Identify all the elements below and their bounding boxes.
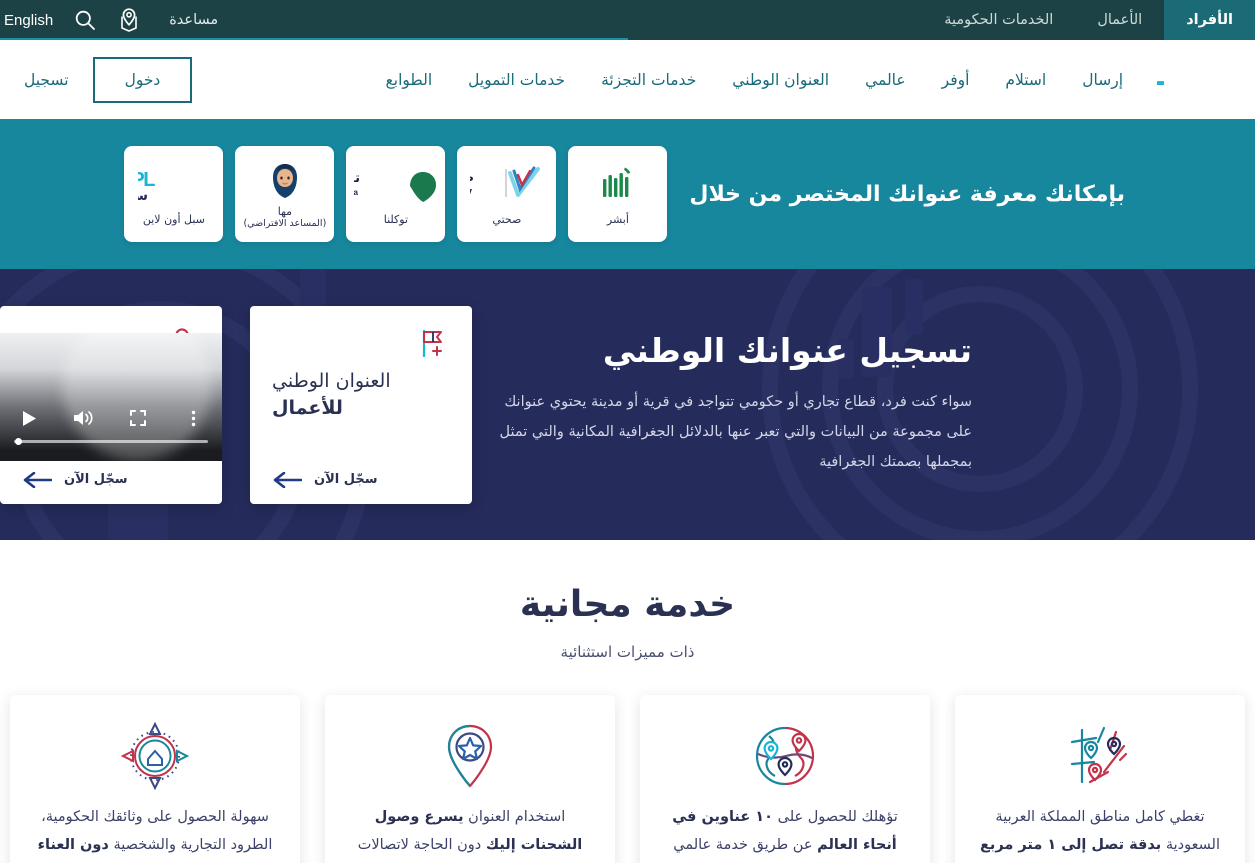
hero-card-business[interactable]: العنوان الوطني للأعمال سجّل الآن [250,305,472,504]
video-controls [0,405,222,431]
login-button[interactable]: دخول [92,56,193,103]
banner-headline: بإمكانك معرفة عنوانك المختصر من خلال [689,181,1125,207]
video-player[interactable] [0,333,222,461]
nav-link-national-address[interactable]: العنوان الوطني [714,71,847,89]
top-utility-actions: مساعدة English [0,0,236,40]
top-tab-business[interactable]: الأعمال [1075,0,1164,40]
hero-card-individuals-cta[interactable]: سجّل الآن [22,471,200,488]
free-service-title: خدمة مجانية [519,584,736,625]
partner-label-tawakkalna: توكلنا [383,212,409,226]
nav-brand-and-links: SPL سبل إرسال استلام أوفر عالمي العنوان … [368,51,1255,109]
partner-label-absher: أبشر [606,212,629,226]
hero-copy: تسجيل عنوانك الوطني سواء كنت فرد، قطاع ت… [472,331,972,477]
help-link[interactable]: مساعدة [151,12,236,28]
absher-logo [595,162,641,208]
feature-text-global-addresses: تؤهلك للحصول على ١٠ عناوين في أنحاء العا… [662,803,908,860]
hero-card-business-title: العنوان الوطني للأعمال [272,368,450,423]
partner-card-absher[interactable]: أبشر [568,146,668,242]
spl-logo[interactable]: SPL سبل [1157,51,1249,109]
svg-text:Tawakkalna: Tawakkalna [354,188,359,197]
video-progress-bar[interactable] [14,438,208,445]
hero-card-business-title-line2: للأعمال [272,397,343,420]
nav-link-send[interactable]: إرسال [1064,71,1141,89]
map-routes-pins-icon [1064,717,1136,795]
feature-text-documents: سهولة الحصول على وثائقك الحكومية، الطرود… [32,803,278,863]
register-button[interactable]: تسجيل [0,71,93,89]
feature-text-part: استخدام العنوان [463,809,566,825]
svg-text:Sehhaty: Sehhaty [470,186,473,198]
main-navigation: SPL سبل إرسال استلام أوفر عالمي العنوان … [0,40,1255,119]
hero-card-business-cta[interactable]: سجّل الآن [272,471,450,488]
language-switch[interactable]: English [0,12,63,29]
partner-cards: أبشر صحتي Sehhaty صحتي [124,146,668,242]
volume-icon[interactable] [69,405,99,431]
hero-card-individuals-cta-label: سجّل الآن [64,472,128,487]
hero-title: تسجيل عنوانك الوطني [602,331,972,371]
feature-card-coverage: تغطي كامل مناطق المملكة العربية السعودية… [955,695,1245,863]
svg-text:صحتي: صحتي [470,170,474,184]
feature-text-fast-delivery: استخدام العنوان يسرع وصول الشحنات إليك د… [347,803,593,863]
auth-actions: دخول تسجيل [0,56,193,103]
fullscreen-icon[interactable] [123,405,153,431]
partner-card-spl-online[interactable]: SPL سبل سبل أون لاين [124,146,224,242]
arrow-left-icon [23,471,52,488]
free-service-subtitle: ذات مميزات استثنائية [560,643,695,661]
partner-label-maha: (المساعد الافتراضي) [243,218,327,230]
feature-text-part-bold: بدقة تصل إلى ١ متر مربع [980,837,1162,854]
sehhaty-logo: صحتي Sehhaty [470,162,544,208]
globe-pins-icon [749,717,821,795]
svg-text:توكلنا: توكلنا [354,171,360,186]
nav-link-awfar[interactable]: أوفر [924,71,988,89]
partner-label-sehhaty: صحتي [492,212,522,226]
video-progress-knob[interactable] [15,438,22,445]
nav-link-alami[interactable]: عالمي [847,71,924,89]
nav-link-receive[interactable]: استلام [987,71,1064,89]
hero-card-business-cta-label: سجّل الآن [314,472,378,487]
free-service-section: خدمة مجانية ذات مميزات استثنائية [0,540,1255,661]
top-tab-government-services[interactable]: الخدمات الحكومية [922,0,1075,40]
nav-links: إرسال استلام أوفر عالمي العنوان الوطني خ… [368,71,1142,89]
svg-text:SPL: SPL [1157,55,1164,93]
feature-text-part: دون الحاجة لاتصالات إضافية [357,837,482,854]
star-pin-icon [434,717,506,795]
feature-card-fast-delivery: استخدام العنوان يسرع وصول الشحنات إليك د… [325,695,615,863]
feature-text-coverage: تغطي كامل مناطق المملكة العربية السعودية… [977,803,1223,860]
search-icon[interactable] [63,0,107,40]
partner-label-maha-top: مها [277,204,293,218]
partner-label-spl-online: سبل أون لاين [142,212,205,226]
hero-card-business-title-line1: العنوان الوطني [272,369,391,392]
feature-card-global-addresses: تؤهلك للحصول على ١٠ عناوين في أنحاء العا… [640,695,930,863]
maha-avatar [264,158,306,204]
top-tab-individuals[interactable]: الأفراد [1164,0,1255,40]
feature-card-documents: سهولة الحصول على وثائقك الحكومية، الطرود… [10,695,300,863]
short-address-banner: بإمكانك معرفة عنوانك المختصر من خلال أبش… [0,119,1255,269]
hero-description: سواء كنت فرد، قطاع تجاري أو حكومي تتواجد… [499,394,972,470]
svg-text:سبل: سبل [138,188,148,204]
map-pin-icon[interactable] [107,0,151,40]
play-icon[interactable] [14,405,44,431]
partner-card-maha[interactable]: مها (المساعد الافتراضي) [235,146,335,242]
flag-add-icon [272,326,450,360]
top-utility-bar: الأفراد الأعمال الخدمات الحكومية مساعدة … [0,0,1255,40]
spl-online-logo: SPL سبل [138,162,210,208]
feature-text-part: عن طريق خدمة عالمي [673,837,818,854]
kebab-menu-icon[interactable] [178,405,208,431]
tawakkalna-logo: توكلنا Tawakkalna [354,162,438,208]
arrow-left-icon [273,471,302,488]
audience-tabs: الأفراد الأعمال الخدمات الحكومية [922,0,1255,40]
feature-text-part: تؤهلك للحصول على [773,809,898,825]
nav-link-financing-services[interactable]: خدمات التمويل [450,71,583,89]
compass-home-icon [119,717,191,795]
nav-link-retail-services[interactable]: خدمات التجزئة [583,71,714,89]
partner-card-tawakkalna[interactable]: توكلنا Tawakkalna توكلنا [346,146,446,242]
nav-link-stamps[interactable]: الطوابع [368,71,451,89]
partner-card-sehhaty[interactable]: صحتي Sehhaty صحتي [457,146,557,242]
feature-cards: تغطي كامل مناطق المملكة العربية السعودية… [0,695,1255,863]
